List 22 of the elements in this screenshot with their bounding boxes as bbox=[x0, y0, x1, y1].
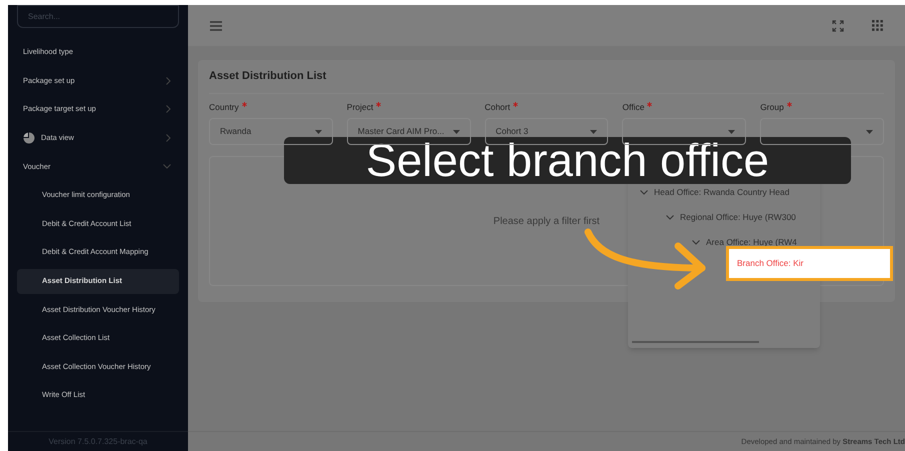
empty-message: Please apply a filter first bbox=[493, 214, 600, 229]
caret-icon bbox=[314, 130, 322, 134]
caret-icon bbox=[590, 130, 598, 134]
field-label: Cohort bbox=[484, 100, 510, 114]
field-label: Project bbox=[346, 100, 374, 114]
chevron-icon[interactable] bbox=[666, 215, 674, 220]
caption-tooltip: Select branch office bbox=[284, 137, 851, 184]
caret-icon bbox=[866, 130, 873, 134]
field-label: Country bbox=[209, 100, 239, 114]
chevron-icon[interactable] bbox=[640, 190, 648, 195]
pie-chart-icon bbox=[23, 132, 35, 144]
caret-icon bbox=[728, 130, 736, 134]
menu-icon[interactable] bbox=[210, 20, 222, 30]
fullscreen-icon[interactable] bbox=[832, 20, 844, 32]
chevron-icon[interactable] bbox=[692, 240, 700, 245]
apps-grid-icon[interactable] bbox=[872, 20, 883, 31]
tree-item[interactable]: Branch Office: Kir bbox=[726, 246, 893, 281]
caret-icon bbox=[452, 130, 460, 134]
select-field[interactable]: Rwanda bbox=[209, 118, 333, 146]
field-label: Group bbox=[760, 100, 784, 114]
page-title: Asset Distribution List bbox=[209, 68, 884, 94]
field-label: Office bbox=[622, 100, 644, 114]
